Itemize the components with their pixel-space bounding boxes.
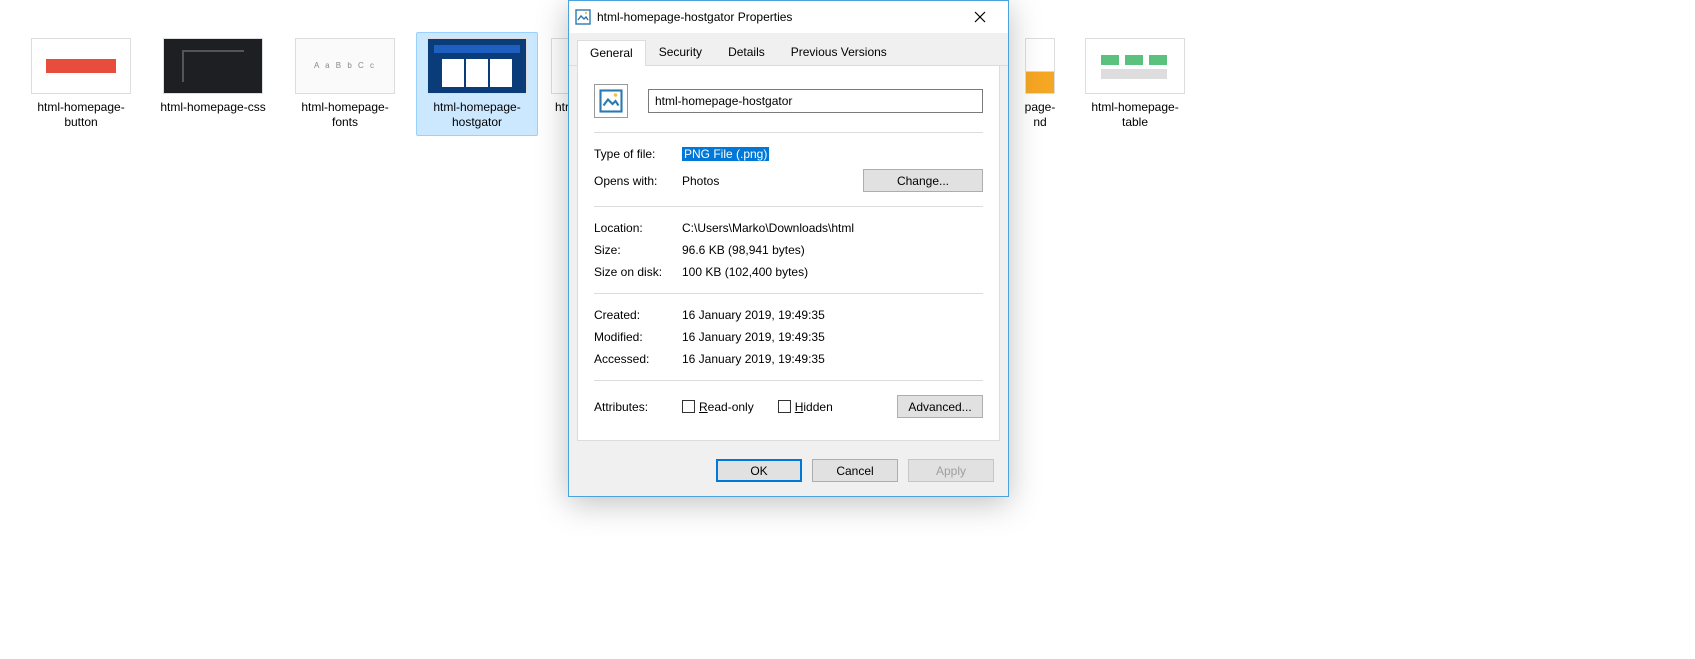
attributes-row: Attributes: Read-only Hidden Advanced...	[594, 391, 983, 422]
hidden-label: Hidden	[795, 400, 833, 414]
modified-row: Modified: 16 January 2019, 19:49:35	[594, 326, 983, 348]
file-item[interactable]: html-homepage-fonts	[284, 32, 406, 136]
opens-with-value: Photos	[682, 174, 863, 188]
cancel-button[interactable]: Cancel	[812, 459, 898, 482]
file-label: html-homepage-hostgator	[422, 100, 532, 130]
checkbox-icon	[778, 400, 791, 413]
close-icon	[974, 11, 986, 23]
size-row: Size: 96.6 KB (98,941 bytes)	[594, 239, 983, 261]
location-label: Location:	[594, 221, 682, 235]
file-item[interactable]: html-homepage-button	[20, 32, 142, 136]
file-item[interactable]: html-homepage-table	[1074, 32, 1196, 136]
size-label: Size:	[594, 243, 682, 257]
file-thumbnail-icon	[1025, 38, 1055, 94]
tab-security[interactable]: Security	[646, 39, 715, 65]
separator	[594, 206, 983, 207]
created-row: Created: 16 January 2019, 19:49:35	[594, 304, 983, 326]
file-thumbnail-icon	[31, 38, 131, 94]
type-row: Type of file: PNG File (.png)	[594, 143, 983, 165]
file-thumbnail-icon	[163, 38, 263, 94]
titlebar-title: html-homepage-hostgator Properties	[597, 10, 957, 24]
tab-details[interactable]: Details	[715, 39, 778, 65]
separator	[594, 132, 983, 133]
location-row: Location: C:\Users\Marko\Downloads\html	[594, 217, 983, 239]
file-label: html-homepage-button	[26, 100, 136, 130]
modified-label: Modified:	[594, 330, 682, 344]
file-item[interactable]: html-homepage-css	[152, 32, 274, 136]
window-icon	[575, 9, 591, 25]
modified-value: 16 January 2019, 19:49:35	[682, 330, 983, 344]
type-label: Type of file:	[594, 147, 682, 161]
name-row	[594, 80, 983, 122]
file-label: html-homepage-table	[1080, 100, 1190, 130]
size-value: 96.6 KB (98,941 bytes)	[682, 243, 983, 257]
change-button[interactable]: Change...	[863, 169, 983, 192]
tabstrip: General Security Details Previous Versio…	[569, 33, 1008, 66]
accessed-row: Accessed: 16 January 2019, 19:49:35	[594, 348, 983, 370]
file-item[interactable]: page-nd	[1016, 32, 1064, 136]
apply-button[interactable]: Apply	[908, 459, 994, 482]
created-value: 16 January 2019, 19:49:35	[682, 308, 983, 322]
tab-general[interactable]: General	[577, 40, 646, 66]
checkbox-icon	[682, 400, 695, 413]
advanced-button[interactable]: Advanced...	[897, 395, 983, 418]
accessed-label: Accessed:	[594, 352, 682, 366]
file-thumbnail-icon	[1085, 38, 1185, 94]
file-label: html-homepage-fonts	[290, 100, 400, 130]
accessed-value: 16 January 2019, 19:49:35	[682, 352, 983, 366]
readonly-label: Read-only	[699, 400, 754, 414]
type-value: PNG File (.png)	[682, 147, 983, 161]
separator	[594, 293, 983, 294]
file-label: html-homepage-css	[160, 100, 265, 115]
created-label: Created:	[594, 308, 682, 322]
size-on-disk-row: Size on disk: 100 KB (102,400 bytes)	[594, 261, 983, 283]
location-value: C:\Users\Marko\Downloads\html	[682, 221, 983, 235]
file-label: htr	[555, 100, 569, 115]
close-button[interactable]	[957, 3, 1002, 31]
file-thumbnail-icon	[295, 38, 395, 94]
properties-dialog: html-homepage-hostgator Properties Gener…	[568, 0, 1009, 497]
titlebar[interactable]: html-homepage-hostgator Properties	[569, 1, 1008, 33]
size-on-disk-label: Size on disk:	[594, 265, 682, 279]
size-on-disk-value: 100 KB (102,400 bytes)	[682, 265, 983, 279]
tab-previous-versions[interactable]: Previous Versions	[778, 39, 900, 65]
attributes-label: Attributes:	[594, 400, 682, 414]
opens-with-label: Opens with:	[594, 174, 682, 188]
file-item-selected[interactable]: html-homepage-hostgator	[416, 32, 538, 136]
file-thumbnail-icon	[427, 38, 527, 94]
hidden-checkbox[interactable]: Hidden	[778, 400, 833, 414]
readonly-checkbox[interactable]: Read-only	[682, 400, 754, 414]
file-name-input[interactable]	[648, 89, 983, 113]
ok-button[interactable]: OK	[716, 459, 802, 482]
separator	[594, 380, 983, 381]
file-type-icon	[594, 84, 628, 118]
opens-with-row: Opens with: Photos Change...	[594, 165, 983, 196]
dialog-button-bar: OK Cancel Apply	[569, 449, 1008, 496]
file-label: page-nd	[1020, 100, 1060, 130]
properties-panel: Type of file: PNG File (.png) Opens with…	[577, 66, 1000, 441]
